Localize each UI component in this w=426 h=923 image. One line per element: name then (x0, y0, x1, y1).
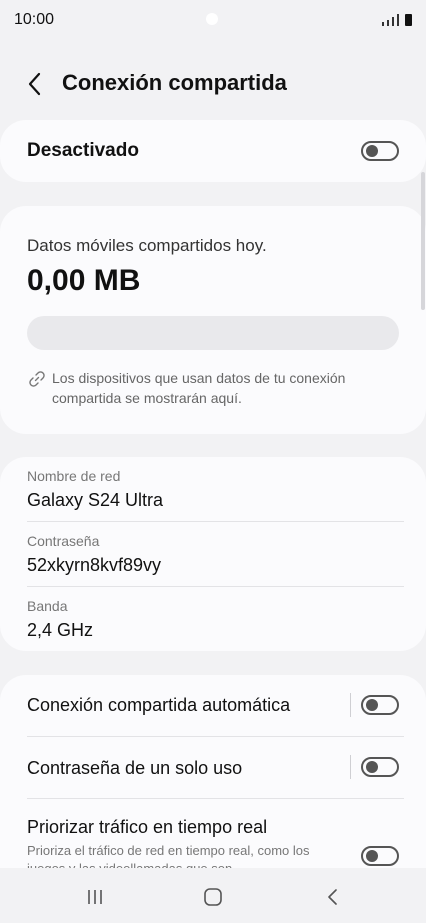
settings-card: Conexión compartida automática Contraseñ… (0, 675, 426, 876)
data-usage-bar (27, 316, 399, 350)
signal-bar (397, 14, 399, 26)
divider (27, 798, 404, 799)
status-time: 10:00 (14, 11, 55, 28)
signal-battery-icons (382, 12, 412, 26)
home-button[interactable] (198, 882, 228, 912)
signal-icon (382, 22, 384, 26)
battery-icon (405, 14, 412, 26)
priority-traffic-toggle[interactable] (361, 846, 399, 866)
master-switch-card[interactable]: Desactivado (0, 120, 426, 182)
password-value: 52xkyrn8kvf89vy (27, 555, 162, 575)
app-header: Conexión compartida (0, 58, 426, 112)
recent-apps-button[interactable] (80, 882, 110, 912)
network-name-value: Galaxy S24 Ultra (27, 490, 164, 510)
signal-bar (392, 17, 394, 26)
toggle-knob (366, 699, 378, 711)
chevron-left-icon (28, 72, 41, 96)
priority-traffic-label: Priorizar tráfico en tiempo real (27, 817, 268, 837)
master-switch-label: Desactivado (27, 140, 139, 161)
recent-apps-icon (88, 890, 102, 904)
status-bar: 10:00 (0, 0, 426, 40)
toggle-knob (366, 145, 378, 157)
toggle-knob (366, 850, 378, 862)
network-name-label: Nombre de red (27, 468, 121, 484)
page-title: Conexión compartida (62, 70, 287, 95)
home-icon (204, 888, 222, 906)
data-usage-value: 0,00 MB (27, 264, 141, 297)
auto-hotspot-toggle[interactable] (361, 695, 399, 715)
divider (27, 736, 404, 737)
camera-cutout (206, 13, 218, 25)
data-usage-caption: Datos móviles compartidos hoy. (27, 236, 267, 255)
back-icon (328, 889, 337, 905)
toggle-knob (366, 761, 378, 773)
network-info-card: Nombre de red Galaxy S24 Ultra Contraseñ… (0, 457, 426, 651)
scrollbar[interactable] (421, 172, 425, 310)
divider (27, 521, 404, 522)
separator (350, 755, 351, 779)
band-label: Banda (27, 598, 68, 614)
devices-info-text: Los dispositivos que usan datos de tu co… (52, 370, 346, 406)
signal-bar (387, 20, 389, 26)
password-label: Contraseña (27, 533, 100, 549)
back-nav-button[interactable] (318, 882, 348, 912)
link-icon (29, 371, 45, 387)
one-time-password-label: Contraseña de un solo uso (27, 758, 243, 778)
one-time-password-toggle[interactable] (361, 757, 399, 777)
separator (350, 693, 351, 717)
data-usage-card: Datos móviles compartidos hoy. 0,00 MB L… (0, 206, 426, 434)
back-button[interactable] (22, 70, 50, 98)
divider (27, 586, 404, 587)
band-value: 2,4 GHz (27, 620, 94, 640)
master-toggle[interactable] (361, 141, 399, 161)
navigation-bar (0, 868, 426, 923)
auto-hotspot-label: Conexión compartida automática (27, 695, 291, 715)
